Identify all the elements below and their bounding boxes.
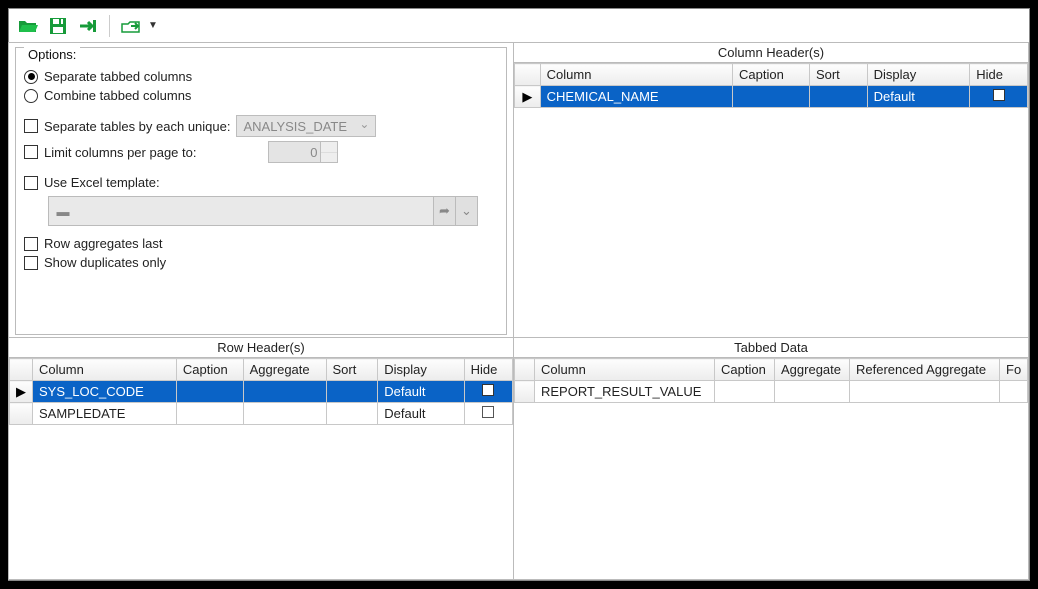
options-legend: Options:	[24, 47, 80, 62]
radio-separate-tabbed[interactable]	[24, 70, 38, 84]
export-icon[interactable]	[120, 15, 142, 37]
save-icon[interactable]	[47, 15, 69, 37]
row-selector-icon[interactable]	[515, 381, 535, 403]
column-headers-table[interactable]: Column Caption Sort Display Hide ▶ CHEMI…	[514, 63, 1028, 108]
options-panel: Options: Separate tabbed columns Combine…	[8, 42, 514, 338]
row-selector-icon[interactable]: ▶	[515, 86, 541, 108]
separate-tables-combo[interactable]: ANALYSIS_DATE	[236, 115, 376, 137]
chk-limit-columns[interactable]	[24, 145, 38, 159]
table-row[interactable]: ▶ SYS_LOC_CODE Default	[10, 381, 513, 403]
table-row[interactable]: REPORT_RESULT_VALUE	[515, 381, 1028, 403]
tabbed-data-title: Tabbed Data	[514, 338, 1028, 358]
row-headers-table[interactable]: Column Caption Aggregate Sort Display Hi…	[9, 358, 513, 425]
template-path-box: ▬ ➦ ⌄	[48, 196, 478, 226]
chk-use-template[interactable]	[24, 176, 38, 190]
chk-limit-columns-label: Limit columns per page to:	[44, 145, 196, 160]
radio-combine-tabbed[interactable]	[24, 89, 38, 103]
hide-checkbox[interactable]	[482, 406, 494, 418]
chk-show-duplicates-label: Show duplicates only	[44, 255, 166, 270]
main-grid: Options: Separate tabbed columns Combine…	[9, 43, 1029, 580]
radio-combine-label: Combine tabbed columns	[44, 88, 191, 103]
folder-open-icon[interactable]	[17, 15, 39, 37]
column-headers-panel: Column Header(s) Column Caption Sort Dis…	[513, 42, 1029, 338]
table-row[interactable]: ▶ CHEMICAL_NAME Default	[515, 86, 1028, 108]
template-browse-icon[interactable]: ➦	[433, 197, 455, 225]
app-window: ▼ Options: Separate tabbed columns Combi…	[8, 8, 1030, 581]
table-header-row: Column Caption Sort Display Hide	[515, 64, 1028, 86]
hide-checkbox[interactable]	[993, 89, 1005, 101]
chk-use-template-label: Use Excel template:	[44, 175, 160, 190]
chk-separate-tables-label: Separate tables by each unique:	[44, 119, 230, 134]
radio-separate-label: Separate tabbed columns	[44, 69, 192, 84]
export-dropdown-caret[interactable]: ▼	[148, 20, 158, 31]
table-header-row: Column Caption Aggregate Sort Display Hi…	[10, 359, 513, 381]
row-headers-title: Row Header(s)	[9, 338, 513, 358]
toolbar: ▼	[9, 9, 1029, 43]
import-icon[interactable]	[77, 15, 99, 37]
table-header-row: Column Caption Aggregate Referenced Aggr…	[515, 359, 1028, 381]
chk-row-aggregates-last-label: Row aggregates last	[44, 236, 163, 251]
row-headers-panel: Row Header(s) Column Caption Aggregate S…	[8, 337, 514, 580]
column-headers-title: Column Header(s)	[514, 43, 1028, 63]
template-dropdown-icon[interactable]: ⌄	[455, 197, 477, 225]
chk-show-duplicates[interactable]	[24, 256, 38, 270]
limit-columns-spinner[interactable]: 0	[268, 141, 338, 163]
chk-separate-tables[interactable]	[24, 119, 38, 133]
table-row[interactable]: SAMPLEDATE Default	[10, 403, 513, 425]
toolbar-separator	[109, 15, 110, 37]
tabbed-data-table[interactable]: Column Caption Aggregate Referenced Aggr…	[514, 358, 1028, 403]
folder-icon: ▬	[49, 204, 77, 219]
row-selector-icon[interactable]	[10, 403, 33, 425]
chk-row-aggregates-last[interactable]	[24, 237, 38, 251]
tabbed-data-panel: Tabbed Data Column Caption Aggregate Ref…	[513, 337, 1029, 580]
row-selector-icon[interactable]: ▶	[10, 381, 33, 403]
hide-checkbox[interactable]	[482, 384, 494, 396]
